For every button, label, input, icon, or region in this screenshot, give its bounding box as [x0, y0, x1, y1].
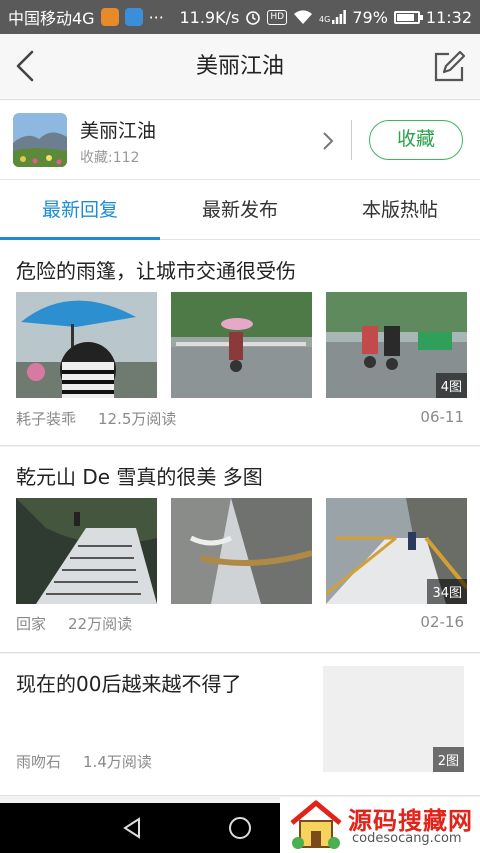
- post-reads: 22万阅读: [68, 615, 133, 633]
- post-image[interactable]: 4图: [326, 292, 467, 398]
- post-meta: 雨吻石 1.4万阅读: [16, 751, 152, 772]
- more-notifications-icon: ···: [148, 7, 164, 27]
- battery-icon: [393, 10, 423, 24]
- post-image[interactable]: 2图: [323, 666, 464, 772]
- battery-percent: 79%: [352, 7, 388, 27]
- post-images: 4图: [16, 292, 467, 398]
- network-speed: 11.9K/s: [179, 7, 240, 27]
- forum-name: 美丽江油: [80, 120, 157, 142]
- post-meta: 回家 22万阅读: [16, 613, 132, 634]
- favorite-button[interactable]: 收藏: [369, 120, 463, 160]
- back-icon[interactable]: [10, 48, 46, 84]
- battery-level: [396, 13, 415, 21]
- signal-icon: 4G: [319, 10, 347, 24]
- tab-latest-posts[interactable]: 最新发布: [160, 180, 320, 239]
- hd-icon: HD: [267, 9, 288, 25]
- post-image[interactable]: [16, 292, 157, 398]
- home-nav-icon[interactable]: [228, 816, 252, 840]
- notification-app-icon: [100, 8, 119, 26]
- image-count-badge: 34图: [427, 579, 467, 604]
- system-navigation-bar: [0, 803, 280, 853]
- tab-latest-replies[interactable]: 最新回复: [0, 180, 160, 240]
- post-reads: 12.5万阅读: [98, 410, 177, 428]
- tab-bar: 最新回复 最新发布 本版热帖: [0, 180, 480, 240]
- carrier-label: 中国移动4G: [8, 9, 95, 28]
- post-image[interactable]: [16, 498, 157, 604]
- status-bar: 中国移动4G ··· 11.9K/s HD 4G 79% 11:32: [0, 0, 480, 34]
- post-title: 现在的00后越来越不得了: [16, 672, 242, 696]
- post-date: 02-16: [420, 613, 464, 631]
- favorites-count: 收藏:112: [80, 150, 140, 166]
- forum-header[interactable]: 美丽江油 收藏:112 收藏: [0, 100, 480, 180]
- post-date: 06-11: [420, 408, 464, 426]
- post-item[interactable]: 乾元山 De 雪真的很美 多图 34图 回家 22万阅读 02-16: [0, 447, 480, 653]
- post-title: 乾元山 De 雪真的很美 多图: [16, 465, 263, 489]
- post-title: 危险的雨篷，让城市交通很受伤: [16, 259, 296, 283]
- post-item[interactable]: 现在的00后越来越不得了 雨吻石 1.4万阅读 2图: [0, 654, 480, 796]
- post-item[interactable]: 危险的雨篷，让城市交通很受伤 4图 耗子装乖 12.5万阅读 06-11: [0, 240, 480, 446]
- watermark-logo: 源码搜藏网 codesocang.com: [280, 797, 480, 853]
- image-count-badge: 2图: [432, 747, 464, 772]
- post-author: 雨吻石: [16, 753, 62, 771]
- post-author: 回家: [16, 615, 47, 633]
- chevron-right-icon[interactable]: [320, 130, 336, 152]
- house-logo-icon: [290, 800, 342, 849]
- clock: 11:32: [425, 7, 472, 27]
- wifi-icon: [294, 10, 313, 24]
- post-reads: 1.4万阅读: [83, 753, 152, 771]
- page-title: 美丽江油: [195, 54, 284, 79]
- post-image[interactable]: [171, 498, 312, 604]
- image-count-badge: 4图: [435, 373, 467, 398]
- edit-icon[interactable]: [432, 50, 466, 84]
- tab-hot-posts[interactable]: 本版热帖: [320, 180, 480, 239]
- notification-app-icon: [124, 8, 143, 26]
- post-images: 34图: [16, 498, 467, 604]
- alarm-icon: [246, 11, 261, 25]
- nav-bar: 美丽江油: [0, 34, 480, 100]
- back-nav-icon[interactable]: [120, 816, 144, 840]
- post-author: 耗子装乖: [16, 410, 77, 428]
- post-image[interactable]: 34图: [326, 498, 467, 604]
- forum-avatar: [13, 113, 67, 167]
- watermark-url: codesocang.com: [352, 831, 462, 846]
- network-type: 4G: [319, 15, 331, 24]
- divider: [351, 120, 352, 160]
- post-image[interactable]: [171, 292, 312, 398]
- post-meta: 耗子装乖 12.5万阅读: [16, 408, 176, 429]
